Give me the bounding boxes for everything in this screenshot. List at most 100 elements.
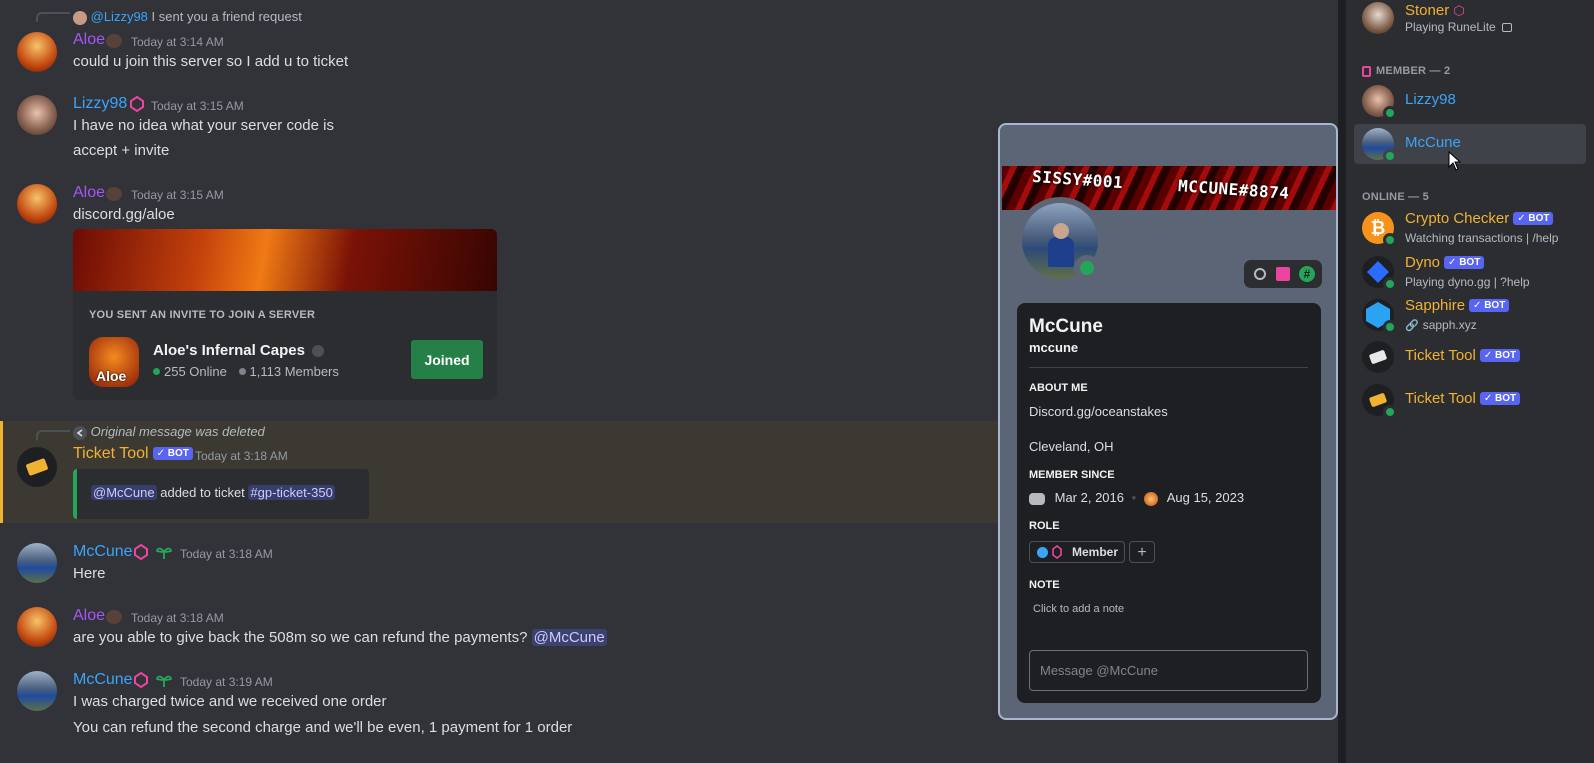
- role-name: Member: [1072, 545, 1119, 559]
- reply-mention[interactable]: @Lizzy98: [91, 9, 148, 24]
- timestamp: Today at 3:18 AM: [180, 547, 273, 561]
- member-name: Ticket Tool ✓ BOT: [1405, 390, 1521, 407]
- member-name: Stoner ⬡: [1405, 2, 1465, 19]
- avatar[interactable]: [17, 32, 57, 72]
- username[interactable]: mccune: [1029, 340, 1078, 355]
- member-activity: 🔗 sapph.xyz: [1405, 318, 1477, 332]
- member-list: Stoner ⬡ Playing RuneLite MEMBER — 2 Liz…: [1338, 0, 1594, 763]
- hypesquad-badge-icon[interactable]: [1254, 268, 1266, 280]
- member-name: Crypto Checker ✓ BOT: [1405, 210, 1554, 227]
- note-heading: NOTE: [1029, 579, 1060, 591]
- hash-badge-icon[interactable]: #: [1299, 266, 1315, 282]
- author-name[interactable]: Aloe: [73, 184, 105, 202]
- member-name: Dyno ✓ BOT: [1405, 254, 1485, 271]
- ticket-icon: [1369, 350, 1387, 364]
- server-since: Aug 15, 2023: [1166, 490, 1245, 505]
- server-icon[interactable]: Aloe: [89, 337, 139, 387]
- reply-text: I sent you a friend request: [151, 9, 302, 24]
- author-name[interactable]: Aloe: [73, 607, 105, 625]
- nitro-badge-icon[interactable]: [1276, 267, 1290, 281]
- author-name[interactable]: McCune: [73, 671, 133, 689]
- timestamp: Today at 3:15 AM: [131, 188, 224, 202]
- rich-presence-icon: [1502, 23, 1513, 33]
- activity-text: sapph.xyz: [1422, 318, 1477, 332]
- reply-arrow-icon: [73, 425, 87, 440]
- server-stats: 255 Online 1,113 Members: [153, 364, 339, 379]
- nitro-boost-icon: [134, 671, 148, 693]
- member-category-heading: MEMBER — 2: [1362, 65, 1450, 77]
- member-ticket-tool[interactable]: Ticket Tool ✓ BOT: [1354, 380, 1586, 420]
- member-since-heading: MEMBER SINCE: [1029, 469, 1115, 481]
- avatar: [1362, 341, 1394, 373]
- online-status-icon: [1074, 255, 1100, 281]
- online-dot-icon: [153, 368, 160, 375]
- member-activity: Playing RuneLite: [1405, 20, 1513, 34]
- member-stoner[interactable]: Stoner ⬡ Playing RuneLite: [1354, 0, 1586, 40]
- profile-badges: #: [1244, 260, 1322, 288]
- embed-text: @McCune added to ticket #gp-ticket-350: [91, 485, 335, 500]
- role-chip[interactable]: Member: [1029, 541, 1125, 563]
- mouse-cursor-icon: [1448, 151, 1462, 171]
- avatar: [1362, 2, 1394, 34]
- profile-popout: SISSY#001 MCCUNE#8874 # McCune mccune AB…: [998, 123, 1338, 720]
- channel-mention[interactable]: #gp-ticket-350: [248, 485, 335, 500]
- display-name: McCune: [1029, 316, 1103, 337]
- message-input[interactable]: [1029, 650, 1308, 691]
- user-mention[interactable]: @McCune: [531, 629, 607, 646]
- nitro-boost-icon: [130, 95, 144, 117]
- avatar[interactable]: [17, 671, 57, 711]
- avatar[interactable]: [17, 447, 57, 487]
- server-name[interactable]: Aloe's Infernal Capes: [153, 342, 325, 359]
- note-field[interactable]: Click to add a note: [1033, 603, 1124, 615]
- member-name-text: Dyno: [1405, 254, 1441, 271]
- avatar[interactable]: [17, 543, 57, 583]
- role-heading: ROLE: [1029, 520, 1060, 532]
- discord-logo-icon: [1029, 492, 1045, 505]
- divider: [1029, 367, 1308, 368]
- member-activity: Playing dyno.gg | ?help: [1405, 275, 1530, 289]
- about-line[interactable]: Discord.gg/oceanstakes: [1029, 404, 1168, 419]
- online-status-icon: [1383, 233, 1397, 247]
- server-name-text: Aloe's Infernal Capes: [153, 342, 305, 359]
- timestamp: Today at 3:15 AM: [151, 99, 244, 113]
- member-category-text: MEMBER — 2: [1376, 65, 1451, 77]
- reply-preview[interactable]: @Lizzy98 I sent you a friend request: [73, 9, 302, 25]
- online-status-icon: [1383, 405, 1397, 419]
- member-crypto-checker[interactable]: ₿ Crypto Checker ✓ BOT Watching transacti…: [1354, 208, 1586, 248]
- author-name[interactable]: Ticket Tool ✓ BOT: [73, 445, 193, 463]
- online-status-icon: [1383, 320, 1397, 334]
- clan-tag-icon: [106, 610, 122, 624]
- separator-dot: •: [1131, 490, 1137, 505]
- reply-spine: [36, 430, 70, 440]
- member-activity: Watching transactions | /help: [1405, 231, 1559, 245]
- message-link[interactable]: discord.gg/aloe: [73, 206, 175, 223]
- message-line: could u join this server so I add u to t…: [73, 53, 349, 70]
- avatar[interactable]: [17, 95, 57, 135]
- member-dyno[interactable]: Dyno ✓ BOT Playing dyno.gg | ?help: [1354, 252, 1586, 292]
- user-mention[interactable]: @McCune: [91, 485, 157, 500]
- message-line: I have no idea what your server code is: [73, 117, 334, 134]
- banner-text: MCCUNE#8874: [1177, 176, 1290, 203]
- clan-tag-icon: [106, 187, 122, 201]
- member-ticket-tool[interactable]: Ticket Tool ✓ BOT: [1354, 337, 1586, 377]
- role-color-icon: [1037, 547, 1048, 558]
- member-sapphire[interactable]: Sapphire ✓ BOT 🔗 sapph.xyz: [1354, 295, 1586, 335]
- author-name[interactable]: McCune: [73, 543, 133, 561]
- member-lizzy98[interactable]: Lizzy98: [1354, 81, 1586, 121]
- member-name: Ticket Tool ✓ BOT: [1405, 347, 1521, 364]
- add-role-button[interactable]: +: [1129, 541, 1155, 563]
- banner-text: SISSY#001: [1031, 166, 1124, 193]
- online-status-icon: [1383, 277, 1397, 291]
- member-name: Sapphire ✓ BOT: [1405, 297, 1510, 314]
- author-name[interactable]: Aloe: [73, 31, 105, 49]
- member-mccune[interactable]: McCune: [1354, 124, 1586, 171]
- timestamp: Today at 3:14 AM: [131, 35, 224, 49]
- bot-badge: ✓ BOT: [1513, 212, 1554, 225]
- author-name[interactable]: Lizzy98: [73, 95, 127, 113]
- avatar[interactable]: [17, 607, 57, 647]
- avatar[interactable]: [17, 184, 57, 224]
- message-text: are you able to give back the 508m so we…: [73, 629, 528, 646]
- activity-text: Playing RuneLite: [1405, 20, 1496, 34]
- joined-button[interactable]: Joined: [411, 340, 483, 379]
- invite-banner: [73, 229, 497, 291]
